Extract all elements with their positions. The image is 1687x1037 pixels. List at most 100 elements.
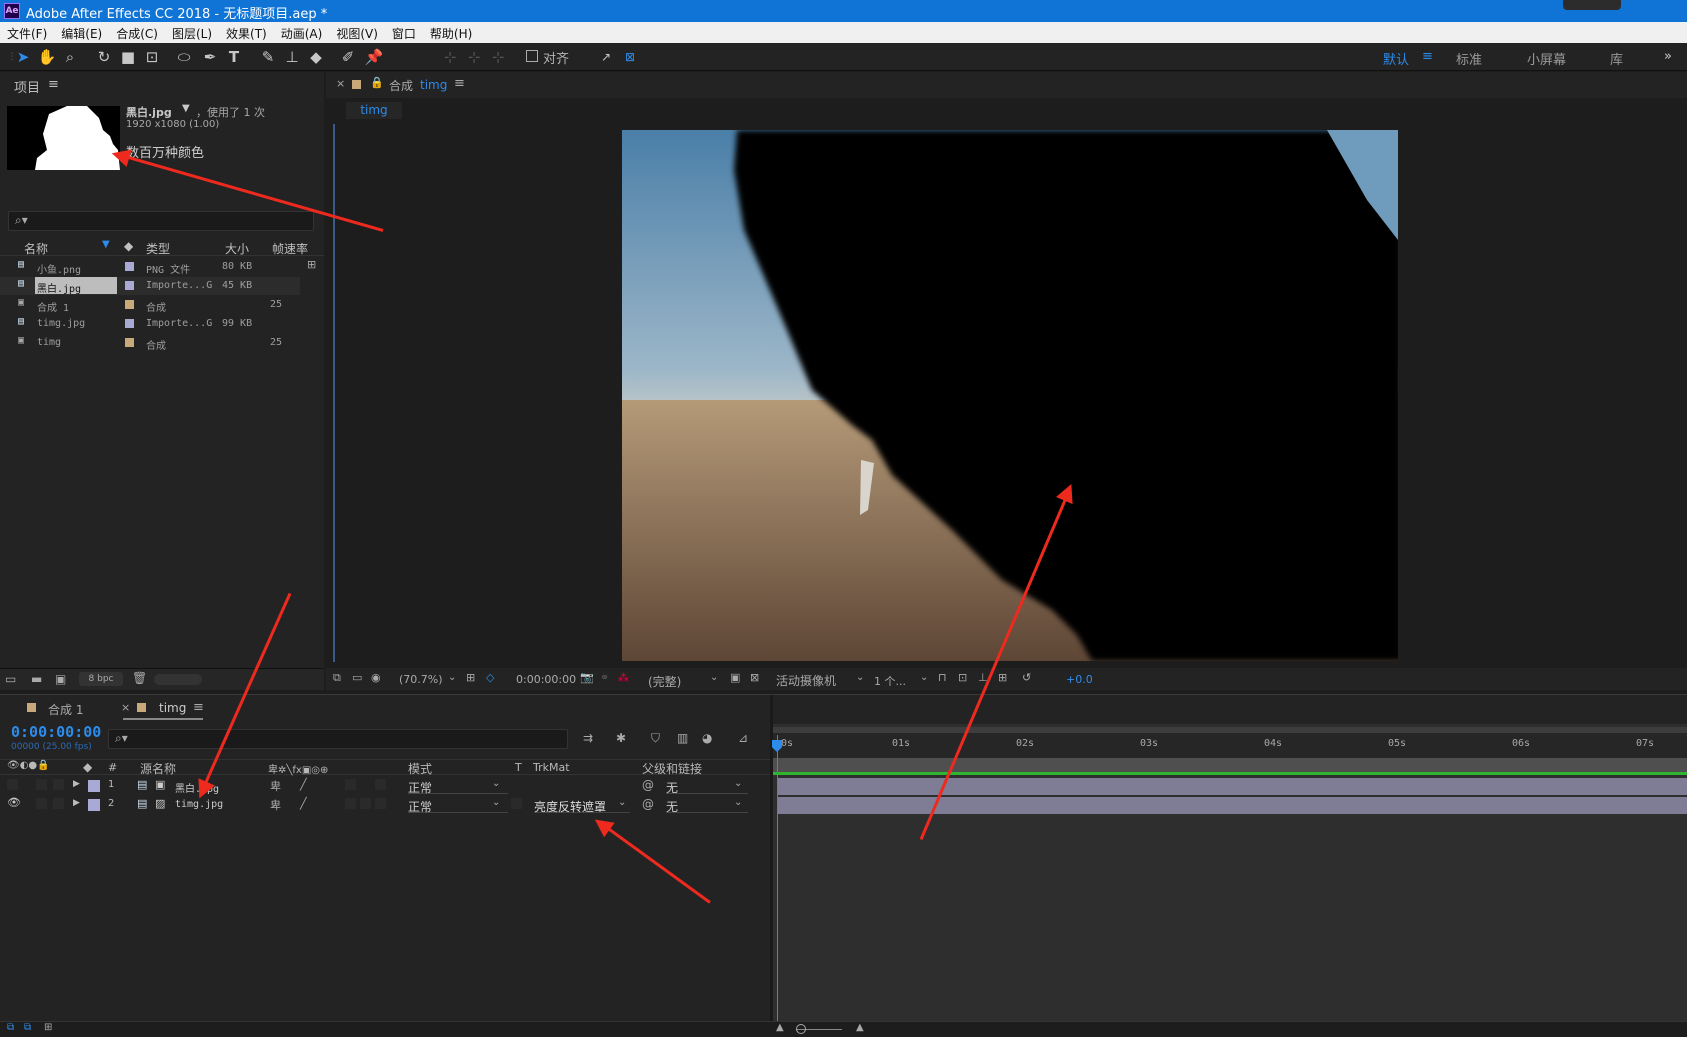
toggle-transparency-icon[interactable]: ⊠: [750, 671, 759, 684]
layer-row[interactable]: 👁 ▶ 2 ▤ ▨ timg.jpg 卑 ╱ 正常 ⌄ 亮度反转遮罩 ⌄ @ 无…: [0, 795, 770, 814]
timeline-tab-timg[interactable]: timg: [159, 701, 186, 715]
project-panel-title[interactable]: 项目: [14, 77, 40, 96]
camera-tool-icon[interactable]: ■: [118, 47, 138, 67]
views-dropdown[interactable]: 1 个...: [874, 673, 906, 689]
switch-box[interactable]: [375, 779, 386, 790]
switch-box[interactable]: [360, 798, 371, 809]
resolution-dropdown[interactable]: (完整): [648, 673, 681, 690]
column-number[interactable]: #: [108, 761, 117, 774]
zoom-dropdown[interactable]: (70.7%): [399, 673, 443, 686]
timeline-search-input[interactable]: ⌕▾: [108, 729, 568, 749]
quality-switch-icon[interactable]: ╱: [300, 797, 307, 810]
color-channels-icon[interactable]: ⁂: [618, 671, 629, 684]
label-swatch[interactable]: [125, 300, 134, 309]
comp-tab-name[interactable]: timg: [420, 78, 447, 92]
layer-bar-2[interactable]: [777, 797, 1687, 814]
column-mode[interactable]: 模式: [408, 760, 432, 777]
local-axis-icon[interactable]: ⊹: [440, 47, 460, 67]
comp-tab-prefix[interactable]: 合成: [389, 77, 413, 94]
puppet-tool-icon[interactable]: 📌: [364, 47, 384, 67]
pen-tool-icon[interactable]: ✒: [200, 47, 220, 67]
motion-blur-icon[interactable]: ◕: [702, 731, 712, 745]
column-source-name[interactable]: 源名称: [140, 760, 176, 777]
menu-animation[interactable]: 动画(A): [274, 22, 330, 42]
trash-icon[interactable]: 🗑: [132, 671, 147, 685]
comp-viewer[interactable]: [622, 130, 1398, 661]
comp-subtab[interactable]: timg: [346, 102, 402, 119]
workspace-standard[interactable]: 标准: [1456, 49, 1482, 68]
roto-brush-tool-icon[interactable]: ✐: [338, 47, 358, 67]
graph-editor-icon[interactable]: ⊿: [738, 731, 748, 745]
world-axis-icon[interactable]: ⊹: [464, 47, 484, 67]
column-t[interactable]: T: [515, 761, 522, 774]
playhead-line[interactable]: [777, 735, 778, 1021]
shy-switch-icon[interactable]: 卑: [270, 797, 281, 813]
zoom-slider-thumb[interactable]: [796, 1024, 806, 1034]
zoom-in-icon[interactable]: ▲: [856, 1022, 864, 1033]
label-swatch[interactable]: [125, 319, 134, 328]
ellipse-tool-icon[interactable]: ⬭: [174, 47, 194, 67]
expand-triangle-icon[interactable]: ▶: [73, 798, 80, 808]
layer-label-swatch[interactable]: [88, 799, 100, 811]
project-panel-menu-icon[interactable]: ≡: [48, 77, 59, 92]
flowchart-icon[interactable]: ⊞: [307, 258, 316, 271]
new-folder-icon[interactable]: ▬: [31, 672, 42, 686]
project-search-input[interactable]: ⌕▾: [8, 211, 314, 231]
workspace-small-screen[interactable]: 小屏幕: [1527, 49, 1566, 68]
clone-stamp-tool-icon[interactable]: ⊥: [282, 47, 302, 67]
reset-exposure-icon[interactable]: ↺: [1022, 671, 1031, 684]
toggle-switches-icon[interactable]: ⊞: [44, 1022, 52, 1033]
label-swatch[interactable]: [125, 281, 134, 290]
workspace-overflow-icon[interactable]: »: [1664, 49, 1672, 64]
layer-row[interactable]: ▶ 1 ▤ ▣ 黑白.jpg 卑 ╱ 正常 ⌄ @ 无 ⌄: [0, 776, 770, 795]
lock-toggle[interactable]: [53, 798, 64, 809]
viewer-timecode[interactable]: 0:00:00:00: [516, 673, 576, 686]
layer-bar-1[interactable]: [777, 778, 1687, 795]
label-swatch[interactable]: [125, 262, 134, 271]
snap-points-icon[interactable]: ⊠: [620, 47, 640, 67]
column-type[interactable]: 类型: [146, 240, 170, 257]
draft-3d-icon[interactable]: ✱: [616, 731, 626, 745]
show-snapshot-icon[interactable]: ⚭: [600, 671, 609, 684]
label-tag-icon[interactable]: ◆: [83, 760, 92, 774]
workspace-default[interactable]: 默认: [1383, 49, 1409, 68]
menu-layer[interactable]: 图层(L): [165, 22, 219, 42]
preserve-transparency-toggle[interactable]: [511, 798, 522, 809]
flowchart-icon[interactable]: ⊞: [998, 671, 1007, 684]
bpc-button[interactable]: 8 bpc: [79, 672, 123, 686]
switch-box[interactable]: [345, 779, 356, 790]
new-composition-icon[interactable]: ▣: [55, 672, 66, 686]
camera-dropdown[interactable]: 活动摄像机: [776, 672, 836, 689]
interpret-footage-icon[interactable]: ▭: [5, 672, 16, 686]
zoom-out-icon[interactable]: ▲: [776, 1022, 784, 1033]
timeline-tab-comp1[interactable]: 合成 1: [48, 701, 83, 718]
snap-edges-icon[interactable]: ↗: [596, 47, 616, 67]
comp-flowchart-icon[interactable]: ⇉: [583, 731, 593, 745]
close-tab-icon[interactable]: ×: [336, 77, 345, 90]
selection-tool-icon[interactable]: ➤: [13, 47, 33, 67]
snap-checkbox[interactable]: [526, 50, 538, 62]
project-item[interactable]: ▣ 合成 1 合成 25: [0, 296, 300, 314]
workspace-menu-icon[interactable]: ≡: [1422, 49, 1433, 64]
close-tab-icon[interactable]: ×: [121, 701, 130, 714]
menu-window[interactable]: 窗口: [385, 22, 423, 42]
project-item[interactable]: ▤ timg.jpg Importe...G 99 KB: [0, 315, 300, 333]
hand-tool-icon[interactable]: ✋: [37, 47, 57, 67]
shy-switch-icon[interactable]: 卑: [270, 778, 281, 794]
column-fps[interactable]: 帧速率: [272, 240, 308, 257]
column-trkmat[interactable]: TrkMat: [533, 761, 570, 774]
fit-frame-icon[interactable]: ⊞: [466, 671, 475, 684]
type-tool-icon[interactable]: T: [224, 47, 244, 67]
zoom-tool-icon[interactable]: ⌕: [60, 47, 80, 67]
lock-icon[interactable]: 🔒: [370, 76, 384, 89]
quality-switch-icon[interactable]: ╱: [300, 778, 307, 791]
menu-file[interactable]: 文件(F): [0, 22, 54, 42]
column-size[interactable]: 大小: [225, 240, 249, 257]
timeline-menu-icon[interactable]: ≡: [193, 700, 204, 715]
menu-effect[interactable]: 效果(T): [219, 22, 274, 42]
shy-layers-icon[interactable]: ⛉: [651, 731, 660, 746]
layout-icon[interactable]: ⊓: [938, 671, 947, 684]
audio-toggle[interactable]: [36, 798, 47, 809]
workspace-libraries[interactable]: 库: [1610, 49, 1623, 68]
thumbnail-slider[interactable]: [154, 674, 202, 685]
